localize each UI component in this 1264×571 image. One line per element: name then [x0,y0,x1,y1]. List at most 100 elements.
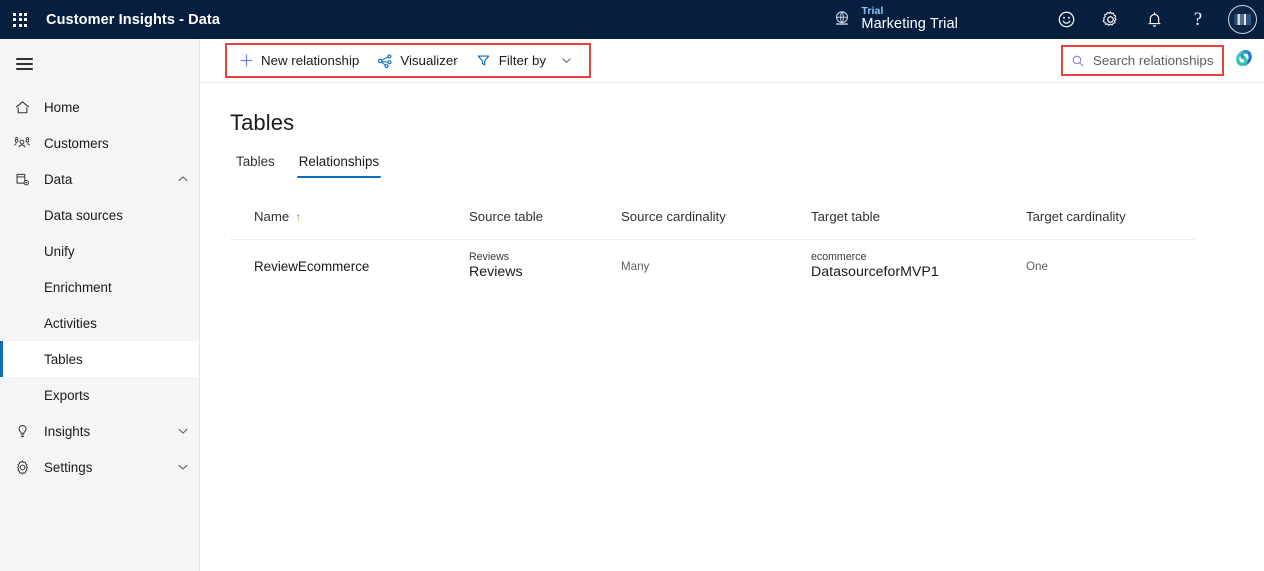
sidebar-item-activities[interactable]: Activities [0,305,199,341]
filter-by-label: Filter by [498,53,547,68]
visualizer-label: Visualizer [400,53,458,68]
sidebar-item-customers[interactable]: Customers [0,125,199,161]
cell-target-table: ecommerce DatasourceforMVP1 [787,251,1002,281]
sidebar-item-unify[interactable]: Unify [0,233,199,269]
sidebar-item-label: Data sources [44,207,123,223]
cell-name: ReviewEcommerce [254,258,370,274]
new-relationship-button[interactable]: New relationship [229,45,368,76]
settings-gear-icon [1101,10,1120,29]
cell-source-table-sub: Reviews [469,250,510,263]
column-header-target-cardinality[interactable]: Target cardinality [1002,209,1195,224]
main-content: Tables Tables Relationships Name ↑ Sourc… [200,84,1264,571]
gear-icon [12,458,32,476]
app-launcher-icon [13,12,27,27]
chevron-down-icon [173,461,189,473]
column-header-source-cardinality[interactable]: Source cardinality [597,209,787,224]
sidebar-item-exports[interactable]: Exports [0,377,199,413]
sidebar-item-label: Customers [44,135,109,151]
environment-selector[interactable]: Trial Marketing Trial [832,6,958,32]
sidebar-item-data[interactable]: Data [0,161,199,197]
customers-icon [12,134,32,152]
sidebar-item-label: Settings [44,459,93,475]
sidebar: Home Customers Data Data sources Unify E… [0,39,200,571]
home-icon [12,98,32,116]
account-avatar-button[interactable] [1220,0,1264,39]
feedback-icon [1057,10,1076,29]
column-header-label: Name [254,209,290,224]
command-bar-actions-highlight: New relationship Visualizer Filter by [225,43,592,78]
command-bar-right [1061,39,1264,83]
column-header-name[interactable]: Name ↑ [230,209,445,224]
column-header-label: Source table [469,209,544,224]
search-icon [1071,53,1085,69]
sidebar-item-label: Activities [44,315,97,331]
column-header-label: Source cardinality [621,209,726,224]
tab-tables[interactable]: Tables [230,154,287,178]
sidebar-item-enrichment[interactable]: Enrichment [0,269,199,305]
globe-icon [832,8,852,30]
cell-source-table: Reviews Reviews [445,251,597,281]
sidebar-item-settings[interactable]: Settings [0,449,199,485]
avatar-image [1233,14,1251,25]
notifications-button[interactable] [1132,0,1176,39]
share-graph-icon [377,53,393,69]
tab-label: Relationships [298,154,380,169]
feedback-button[interactable] [1044,0,1088,39]
sidebar-item-home[interactable]: Home [0,89,199,125]
sidebar-item-label: Insights [44,423,91,439]
cell-source-table-main: Reviews [469,264,523,281]
tab-relationships[interactable]: Relationships [287,154,391,179]
sidebar-item-data-sources[interactable]: Data sources [0,197,199,233]
column-header-label: Target cardinality [1026,209,1126,224]
copilot-icon [1233,47,1255,74]
sidebar-item-label: Data [44,171,73,187]
page-header-area: Tables Tables Relationships [200,84,1264,179]
settings-button[interactable] [1088,0,1132,39]
table-header-row: Name ↑ Source table Source cardinality T… [230,194,1195,240]
page-tabs: Tables Relationships [230,154,1264,179]
app-header: Customer Insights - Data Trial Marketing… [0,0,1264,39]
filter-by-button[interactable]: Filter by [467,45,581,76]
sidebar-item-label: Tables [44,351,83,367]
help-button[interactable]: ? [1176,0,1220,39]
cell-target-table-main: DatasourceforMVP1 [811,264,939,281]
sidebar-item-label: Exports [44,387,90,403]
column-header-source-table[interactable]: Source table [445,209,597,224]
avatar [1227,5,1257,34]
search-input[interactable] [1093,53,1214,68]
cell-target-table-sub: ecommerce [811,250,867,263]
sort-ascending-icon: ↑ [295,209,302,224]
hamburger-icon [15,55,33,74]
cell-source-cardinality: Many [621,259,650,273]
lightbulb-icon [12,422,32,440]
environment-name: Marketing Trial [861,16,958,33]
sidebar-item-tables[interactable]: Tables [0,341,199,377]
chevron-up-icon [173,173,189,185]
sidebar-item-label: Enrichment [44,279,112,295]
header-actions: ? [1044,0,1264,39]
visualizer-button[interactable]: Visualizer [368,45,466,76]
filter-funnel-icon [476,53,492,69]
plus-icon [238,53,254,69]
tab-label: Tables [236,154,275,169]
sidebar-item-label: Home [44,99,80,115]
environment-text: Trial Marketing Trial [861,6,958,32]
table-row[interactable]: ReviewEcommerce Reviews Reviews Many eco… [230,240,1195,292]
sidebar-toggle-button[interactable] [0,45,48,83]
app-launcher-button[interactable] [0,0,40,39]
sidebar-item-insights[interactable]: Insights [0,413,199,449]
page-title: Tables [230,110,295,135]
notifications-bell-icon [1145,10,1164,29]
new-relationship-label: New relationship [261,53,360,68]
copilot-button[interactable] [1224,39,1264,83]
column-header-target-table[interactable]: Target table [787,209,1002,224]
chevron-down-icon [561,55,572,66]
cell-target-cardinality: One [1026,259,1048,273]
command-bar: New relationship Visualizer Filter by Se… [200,39,1264,83]
sidebar-item-label: Unify [44,243,75,259]
app-title: Customer Insights - Data [46,11,221,28]
search-relationships-box[interactable] [1061,45,1224,76]
relationships-table: Name ↑ Source table Source cardinality T… [230,194,1195,292]
help-question-icon: ? [1193,8,1203,30]
chevron-down-icon [173,425,189,437]
